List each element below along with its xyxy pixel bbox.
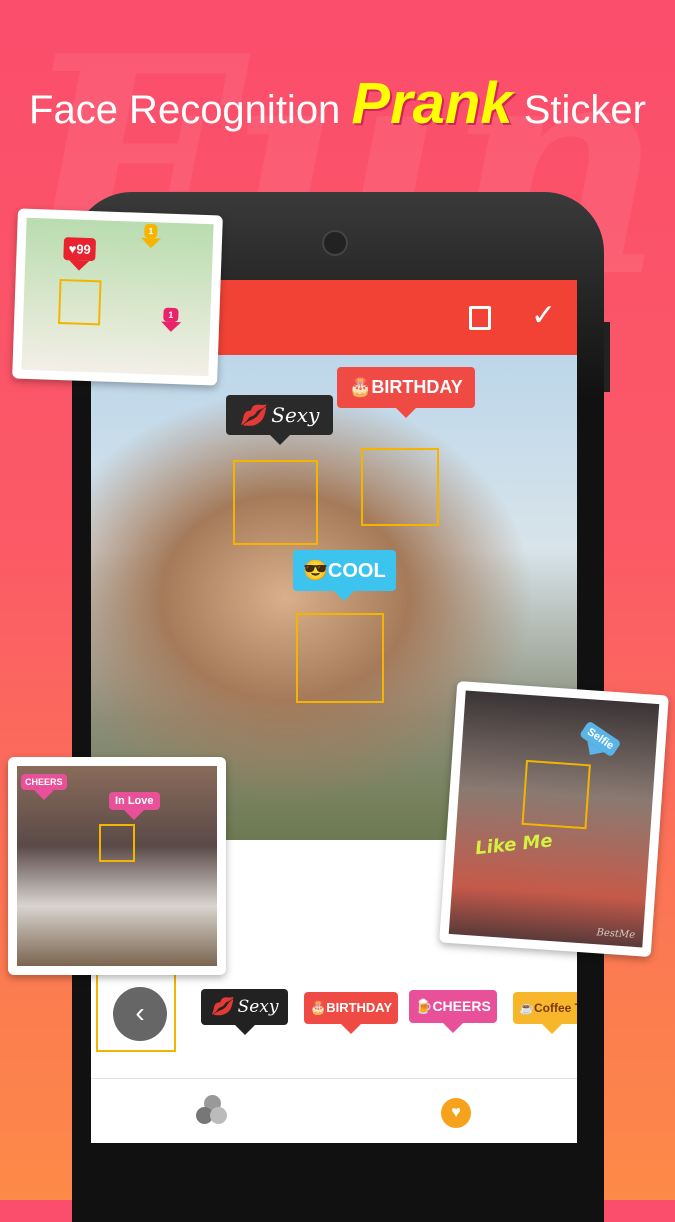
sample-card-girl: Selfie Like Me BestMe — [439, 680, 669, 958]
sticker-label: COOL — [327, 560, 386, 582]
sample-card-baby: ♥99 1 1 — [12, 208, 223, 386]
divider — [91, 1078, 577, 1079]
sticker-label: 1 — [148, 226, 154, 237]
sticker-strip: ‹ 💋 Sexy 🎂BIRTHDAY 🍺CHEERS ☕Coffee Ti — [91, 975, 577, 1065]
sticker-likes: ♥99 — [63, 237, 97, 262]
strip-sticker-birthday[interactable]: 🎂BIRTHDAY — [304, 992, 399, 1034]
headline-text: Face Recognition — [29, 88, 352, 132]
sticker-label: Selfie — [584, 725, 616, 753]
face-box[interactable] — [233, 460, 318, 545]
card-photo: CHEERS In Love — [17, 766, 217, 966]
back-selection: ‹ — [96, 975, 176, 1052]
sticker-label: In Love — [115, 795, 154, 807]
filters-icon[interactable] — [196, 1095, 228, 1127]
strip-sticker-coffee[interactable]: ☕Coffee Ti — [513, 992, 577, 1034]
sticker-label: CHEERS — [432, 998, 491, 1014]
sticker-small: 1 — [144, 223, 158, 239]
check-icon[interactable]: ✓ — [531, 298, 556, 333]
sticker-label: 1 — [168, 309, 174, 320]
headline-text-end: Sticker — [512, 88, 646, 132]
heart-badge-icon[interactable]: ♥ — [441, 1098, 471, 1128]
sticker-cheers: CHEERS — [21, 774, 67, 800]
strip-sticker-cheers[interactable]: 🍺CHEERS — [409, 990, 497, 1033]
card-photo: ♥99 1 1 — [21, 217, 214, 377]
sticker-cool[interactable]: 😎COOL — [293, 550, 396, 601]
sticker-like-me: Like Me — [474, 830, 554, 860]
face-box — [521, 759, 591, 830]
square-icon[interactable] — [469, 306, 491, 330]
chevron-left-icon[interactable]: ‹ — [113, 987, 167, 1041]
sticker-selfie: Selfie — [579, 720, 622, 758]
face-box[interactable] — [296, 613, 384, 703]
sticker-small: 1 — [163, 307, 179, 323]
headline: Face Recognition Prank Sticker — [0, 70, 675, 137]
face-box — [58, 278, 102, 326]
sticker-label: BIRTHDAY — [326, 1000, 393, 1015]
watermark: BestMe — [596, 927, 636, 941]
side-button — [604, 322, 610, 392]
speaker — [322, 230, 348, 256]
sticker-label: BIRTHDAY — [371, 377, 463, 397]
headline-highlight: Prank — [351, 71, 513, 136]
sticker-sexy[interactable]: 💋 Sexy — [226, 395, 334, 445]
sample-card-wedding: CHEERS In Love — [8, 757, 226, 975]
sticker-label: CHEERS — [25, 777, 63, 787]
sticker-label: Coffee Ti — [533, 1001, 577, 1015]
sticker-label: Sexy — [271, 403, 320, 427]
face-box[interactable] — [361, 448, 439, 526]
sticker-label: Sexy — [237, 997, 279, 1017]
sticker-label: 99 — [76, 241, 92, 258]
card-photo: Selfie Like Me BestMe — [448, 690, 660, 948]
sticker-birthday[interactable]: 🎂BIRTHDAY — [337, 367, 475, 418]
strip-sticker-sexy[interactable]: 💋 Sexy — [201, 989, 289, 1035]
face-box — [99, 824, 135, 862]
sticker-in-love: In Love — [109, 792, 160, 820]
